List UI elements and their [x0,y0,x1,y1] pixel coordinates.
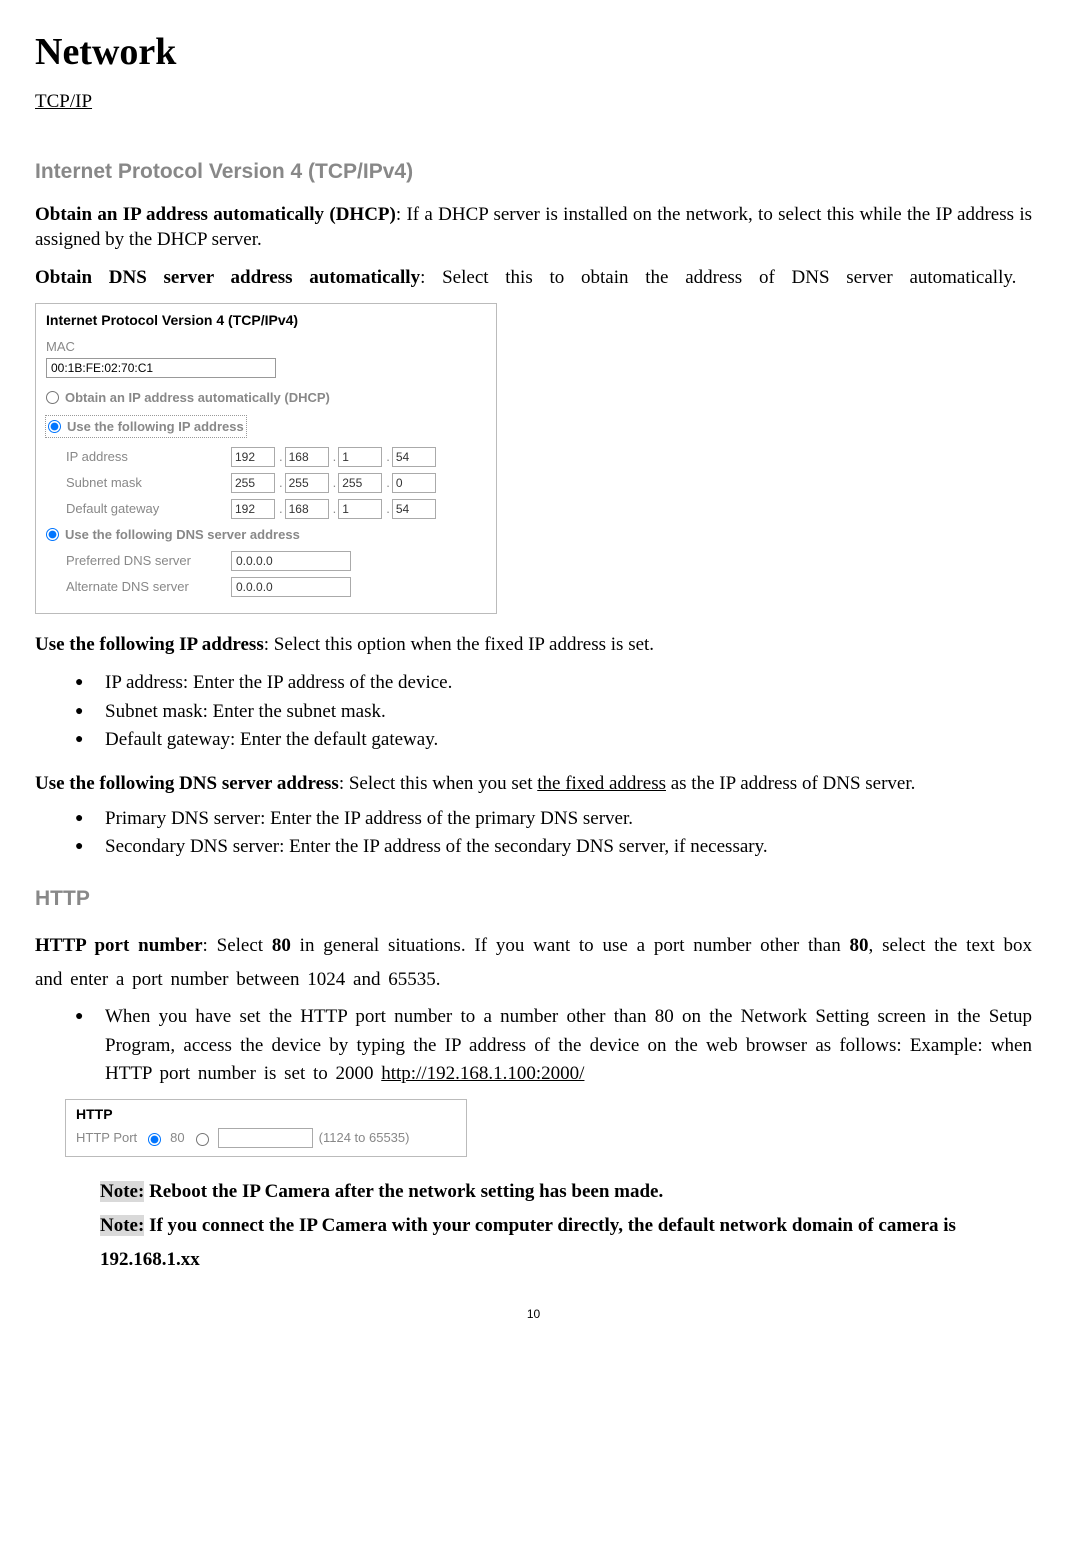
list-item: Secondary DNS server: Enter the IP addre… [75,833,1032,862]
bullets-ip: IP address: Enter the IP address of the … [35,669,1032,755]
para-dns-static: Use the following DNS server address: Se… [35,767,1032,801]
mac-label: MAC [46,337,486,357]
list-item: When you have set the HTTP port number t… [75,1003,1032,1089]
note-prefix-1: Note: [100,1181,144,1202]
note-2-text: If you connect the IP Camera with your c… [100,1215,956,1270]
mask-label: Subnet mask [66,473,231,493]
radio-static-label: Use the following IP address [67,417,244,437]
radio-dhcp-row[interactable]: Obtain an IP address automatically (DHCP… [46,388,486,408]
text-dns-b: as the IP address of DNS server. [666,773,915,794]
alt-dns-input[interactable] [231,577,351,597]
ip-octet-3[interactable] [338,447,382,467]
text-http-c: 80 [272,935,291,956]
list-item: Default gateway: Enter the default gatew… [75,726,1032,755]
ip-octet-1[interactable] [231,447,275,467]
row-gw: Default gateway . . . [66,499,486,519]
mac-input[interactable] [46,358,276,378]
note-2: Note: If you connect the IP Camera with … [100,1209,1032,1277]
row-pref-dns: Preferred DNS server [66,551,486,571]
bold-http-port: HTTP port number [35,935,203,956]
para-dhcp: Obtain an IP address automatically (DHCP… [35,202,1032,253]
bold-dhcp: Obtain an IP address automatically (DHCP… [35,204,396,225]
text-dns-auto-rest: : Select this to obtain the address of D… [420,267,1016,288]
mask-octet-1[interactable] [231,473,275,493]
http-example-link: http://192.168.1.100:2000/ [381,1063,584,1084]
text-dns-u: the fixed address [537,773,666,794]
http-panel-title: HTTP [76,1106,456,1122]
note-prefix-2: Note: [100,1215,144,1236]
radio-http-80[interactable] [148,1133,161,1146]
ip-label: IP address [66,447,231,467]
gw-label: Default gateway [66,499,231,519]
row-mask: Subnet mask . . . [66,473,486,493]
http-port-input[interactable] [218,1128,313,1148]
radio-dhcp[interactable] [46,391,59,404]
alt-dns-label: Alternate DNS server [66,577,231,597]
bold-dns-static: Use the following DNS server address [35,773,339,794]
http-settings-panel: HTTP HTTP Port 80 (1124 to 65535) [65,1099,467,1157]
pref-dns-label: Preferred DNS server [66,551,231,571]
radio-dns[interactable] [46,528,59,541]
row-alt-dns: Alternate DNS server [66,577,486,597]
heading-ipv4: Internet Protocol Version 4 (TCP/IPv4) [35,160,1032,184]
gw-octet-2[interactable] [285,499,329,519]
bold-static-ip: Use the following IP address [35,634,264,655]
row-ip: IP address . . . [66,447,486,467]
page-title: Network [35,30,1032,74]
gw-octet-3[interactable] [338,499,382,519]
radio-dhcp-label: Obtain an IP address automatically (DHCP… [65,388,330,408]
list-item: IP address: Enter the IP address of the … [75,669,1032,698]
ip-octet-4[interactable] [392,447,436,467]
note-1: Note: Reboot the IP Camera after the net… [100,1175,1032,1209]
period: . [658,1181,663,1202]
radio-static-row[interactable]: Use the following IP address [46,416,246,438]
notes-block: Note: Reboot the IP Camera after the net… [35,1175,1032,1278]
para-http-port: HTTP port number: Select 80 in general s… [35,929,1032,997]
text-http-b: : Select [203,935,272,956]
http-port-hint: (1124 to 65535) [319,1130,410,1145]
radio-static[interactable] [48,420,61,433]
gw-octet-4[interactable] [392,499,436,519]
radio-dns-row[interactable]: Use the following DNS server address [46,525,486,545]
tcpip-link: TCP/IP [35,89,92,115]
radio-dns-label: Use the following DNS server address [65,525,300,545]
text-dns-a: : Select this when you set [339,773,537,794]
bold-dns-auto: Obtain DNS server address automatically [35,267,420,288]
mask-octet-2[interactable] [285,473,329,493]
bullets-http: When you have set the HTTP port number t… [35,1003,1032,1089]
para-dns-auto: Obtain DNS server address automatically:… [35,265,1032,291]
bullets-dns: Primary DNS server: Enter the IP address… [35,805,1032,862]
mask-octet-3[interactable] [338,473,382,493]
list-item: Primary DNS server: Enter the IP address… [75,805,1032,834]
pref-dns-input[interactable] [231,551,351,571]
page-number: 10 [35,1307,1032,1321]
radio-http-custom[interactable] [196,1133,209,1146]
note-1-text: Reboot the IP Camera after the network s… [144,1181,658,1202]
ip-octet-2[interactable] [285,447,329,467]
ipv4-panel-title: Internet Protocol Version 4 (TCP/IPv4) [46,310,486,331]
http-port-80-label: 80 [170,1130,184,1145]
mask-octet-4[interactable] [392,473,436,493]
ipv4-settings-panel: Internet Protocol Version 4 (TCP/IPv4) M… [35,303,497,614]
list-item: Subnet mask: Enter the subnet mask. [75,698,1032,727]
para-static-ip: Use the following IP address: Select thi… [35,632,1032,658]
text-http-d: in general situations. If you want to us… [291,935,850,956]
gw-octet-1[interactable] [231,499,275,519]
http-port-label: HTTP Port [76,1130,137,1145]
text-static-ip-rest: : Select this option when the fixed IP a… [264,634,654,655]
heading-http: HTTP [35,887,1032,911]
text-http-e: 80 [850,935,869,956]
